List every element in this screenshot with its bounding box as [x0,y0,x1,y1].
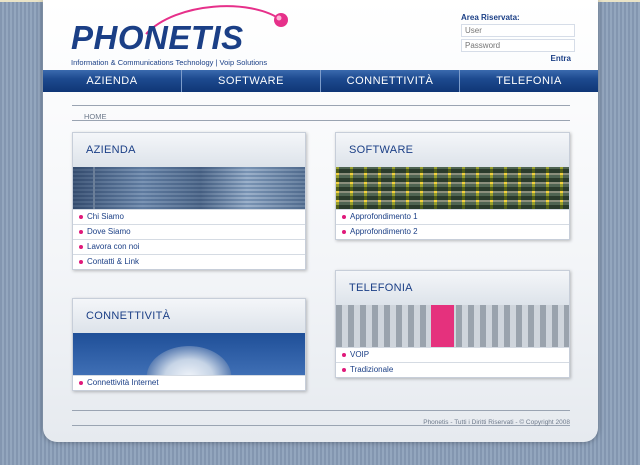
list-item-connettivita-internet[interactable]: Connettività Internet [73,375,305,390]
box-software-title[interactable]: SOFTWARE [349,144,413,156]
main-nav: AZIENDA SOFTWARE CONNETTIVITÀ TELEFONIA [43,70,598,92]
box-azienda: AZIENDA Chi Siamo Dove Siamo Lavora con … [72,132,306,270]
logo-tagline: Information & Communications Technology … [71,58,268,67]
box-azienda-title[interactable]: AZIENDA [86,144,136,156]
login-title: Area Riservata: [461,13,520,22]
box-telefonia-title[interactable]: TELEFONIA [349,282,413,294]
nav-item-software[interactable]: SOFTWARE [182,70,321,92]
box-connettivita-title[interactable]: CONNETTIVITÀ [86,310,170,322]
list-item-approfondimento-2[interactable]: Approfondimento 2 [336,224,569,239]
copyright-text: Phonetis - Tutti i Diritti Riservati - ©… [423,419,570,426]
list-item-lavora-con-noi[interactable]: Lavora con noi [73,239,305,254]
connettivita-list: Connettività Internet [73,375,305,390]
nav-item-connettivita[interactable]: CONNETTIVITÀ [321,70,460,92]
software-image [336,167,569,209]
list-item-voip[interactable]: VOIP [336,347,569,362]
nav-item-telefonia[interactable]: TELEFONIA [460,70,598,92]
box-software: SOFTWARE Approfondimento 1 Approfondimen… [335,132,570,240]
list-item-contatti-link[interactable]: Contatti & Link [73,254,305,269]
box-azienda-header: AZIENDA [73,133,305,167]
box-telefonia: TELEFONIA VOIP Tradizionale [335,270,570,378]
breadcrumb-home[interactable]: HOME [84,112,107,121]
azienda-list: Chi Siamo Dove Siamo Lavora con noi Cont… [73,209,305,269]
logo[interactable]: PHONETIS Information & Communications Te… [71,2,301,67]
list-item-approfondimento-1[interactable]: Approfondimento 1 [336,209,569,224]
software-list: Approfondimento 1 Approfondimento 2 [336,209,569,239]
box-connettivita: CONNETTIVITÀ Connettività Internet [72,298,306,391]
nav-item-azienda[interactable]: AZIENDA [43,70,182,92]
connettivita-globe-image [73,333,305,375]
login-button[interactable]: Entra [551,54,571,63]
box-telefonia-header: TELEFONIA [336,271,569,305]
list-item-chi-siamo[interactable]: Chi Siamo [73,209,305,224]
page-container: PHONETIS Information & Communications Te… [43,0,598,442]
user-input[interactable] [461,24,575,37]
box-software-header: SOFTWARE [336,133,569,167]
footer: Phonetis - Tutti i Diritti Riservati - ©… [72,410,570,426]
password-input[interactable] [461,39,575,52]
list-item-tradizionale[interactable]: Tradizionale [336,362,569,377]
login-panel: Area Riservata: Entra [461,13,575,63]
telefonia-phone-image [336,305,569,347]
azienda-image [73,167,305,209]
logo-wordmark: PHONETIS [71,19,244,56]
breadcrumb: HOME [72,105,570,121]
box-connettivita-header: CONNETTIVITÀ [73,299,305,333]
list-item-dove-siamo[interactable]: Dove Siamo [73,224,305,239]
telefonia-list: VOIP Tradizionale [336,347,569,377]
